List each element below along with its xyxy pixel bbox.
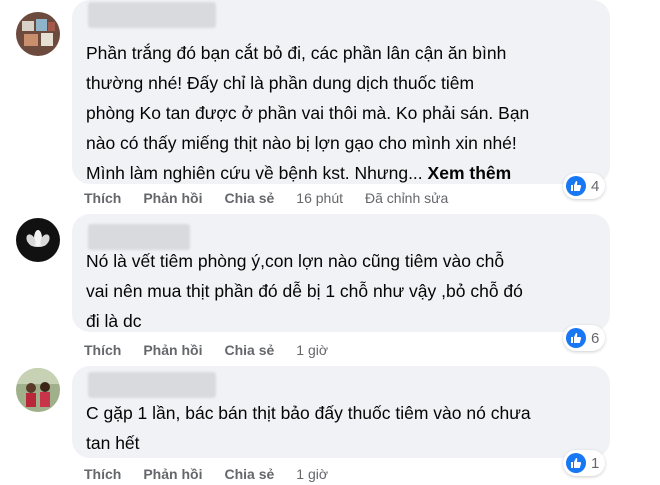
see-more-link[interactable]: Xem thêm	[428, 163, 512, 183]
comment-line: nào có thấy miếng thịt nào bị lợn gạo ch…	[86, 133, 517, 153]
comment-line-text: Mình làm nghiên cứu về bệnh kst. Nhưng..…	[86, 163, 423, 183]
avatar-image	[16, 368, 60, 412]
comment-line: đi là dc	[86, 311, 142, 331]
avatar[interactable]	[16, 218, 60, 262]
avatar-image	[16, 218, 60, 262]
comment-line: thường nhé! Đấy chỉ là phần dung dịch th…	[86, 73, 475, 93]
share-button[interactable]: Chia sẻ	[224, 342, 274, 358]
avatar[interactable]	[16, 12, 60, 56]
reply-button[interactable]: Phản hồi	[143, 342, 202, 358]
like-thumb-icon	[566, 453, 586, 473]
reaction-badge[interactable]: 1	[563, 450, 606, 476]
avatar[interactable]	[16, 368, 60, 412]
comment-actions: Thích Phản hồi Chia sẻ 16 phút Đã chỉnh …	[84, 188, 470, 208]
reply-button[interactable]: Phản hồi	[143, 190, 202, 206]
like-button[interactable]: Thích	[84, 342, 121, 358]
reaction-badge[interactable]: 6	[563, 325, 606, 351]
reaction-badge[interactable]: 4	[563, 173, 606, 199]
timestamp[interactable]: 16 phút	[296, 190, 343, 206]
comment-line: Nó là vết tiêm phòng ý,con lợn nào cũng …	[86, 251, 505, 271]
timestamp[interactable]: 1 giờ	[296, 466, 328, 482]
share-button[interactable]: Chia sẻ	[224, 190, 274, 206]
author-name-redacted	[88, 372, 216, 398]
comment-text: Phần trắng đó bạn cắt bỏ đi, các phần lâ…	[86, 38, 596, 188]
timestamp[interactable]: 1 giờ	[296, 342, 328, 358]
comment-line: C gặp 1 lần, bác bán thịt bảo đấy thuốc …	[86, 403, 531, 423]
like-button[interactable]: Thích	[84, 190, 121, 206]
comment-line: Mình làm nghiên cứu về bệnh kst. Nhưng..…	[86, 158, 596, 188]
reaction-count: 1	[591, 454, 600, 472]
comment-text: C gặp 1 lần, bác bán thịt bảo đấy thuốc …	[86, 398, 596, 458]
comment-line: tan hết	[86, 433, 140, 453]
avatar-image	[16, 12, 60, 56]
like-button[interactable]: Thích	[84, 466, 121, 482]
comment-bubble: Phần trắng đó bạn cắt bỏ đi, các phần lâ…	[72, 0, 610, 184]
like-thumb-icon	[566, 328, 586, 348]
reply-button[interactable]: Phản hồi	[143, 466, 202, 482]
comment-line: phòng Ko tan được ở phần vai thôi mà. Ko…	[86, 103, 530, 123]
comment-line: vai nên mua thịt phần đó dễ bị 1 chỗ như…	[86, 281, 523, 301]
comment-text: Nó là vết tiêm phòng ý,con lợn nào cũng …	[86, 246, 596, 336]
comment-bubble: Nó là vết tiêm phòng ý,con lợn nào cũng …	[72, 214, 610, 332]
comment-actions: Thích Phản hồi Chia sẻ 1 giờ	[84, 464, 350, 484]
author-name-redacted	[88, 2, 216, 28]
comment-actions: Thích Phản hồi Chia sẻ 1 giờ	[84, 340, 350, 360]
reaction-count: 6	[591, 329, 600, 347]
share-button[interactable]: Chia sẻ	[224, 466, 274, 482]
reaction-count: 4	[591, 177, 600, 195]
comment-bubble: C gặp 1 lần, bác bán thịt bảo đấy thuốc …	[72, 366, 610, 458]
edited-label: Đã chỉnh sửa	[365, 190, 449, 206]
like-thumb-icon	[566, 176, 586, 196]
comment-line: Phần trắng đó bạn cắt bỏ đi, các phần lâ…	[86, 43, 507, 63]
